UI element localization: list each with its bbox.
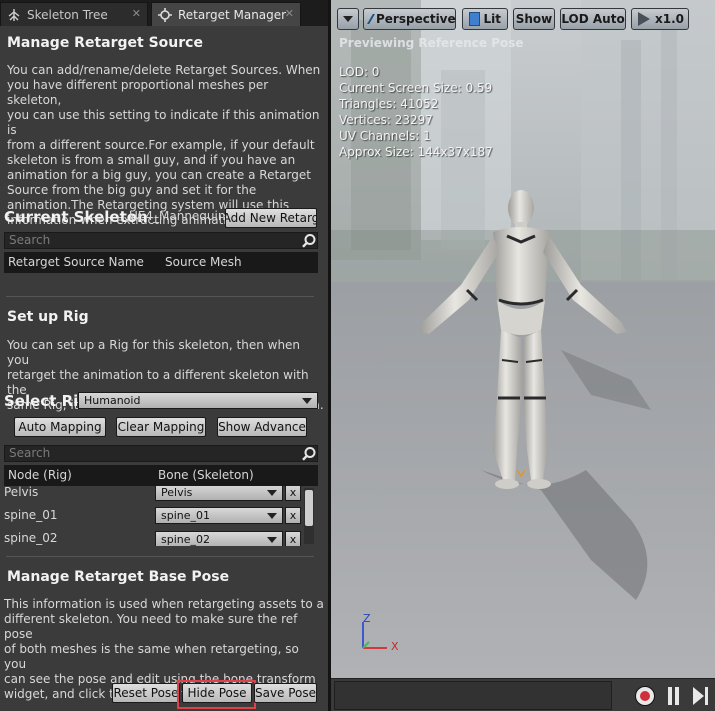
add-new-retarget-source-button[interactable]: Add New Retarg bbox=[225, 208, 317, 228]
lit-icon bbox=[469, 12, 480, 26]
remove-mapping-button[interactable]: x bbox=[285, 531, 301, 546]
clear-mapping-button[interactable]: Clear Mapping bbox=[116, 417, 206, 437]
step-forward-icon bbox=[693, 687, 704, 705]
lit-label: Lit bbox=[483, 12, 502, 26]
base-pose-title: Manage Retarget Base Pose bbox=[7, 569, 230, 585]
current-skeleton-value: UE4_Mannequin_S bbox=[129, 209, 225, 223]
rig-select-value: Humanoid bbox=[84, 394, 141, 407]
bone-select-value: spine_02 bbox=[161, 533, 211, 546]
perspective-icon bbox=[367, 14, 375, 24]
record-icon bbox=[640, 691, 650, 701]
playback-speed-button[interactable]: x1.0 bbox=[631, 8, 689, 30]
retarget-source-description: You can add/rename/delete Retarget Sourc… bbox=[7, 63, 321, 227]
chevron-down-icon bbox=[267, 513, 277, 519]
tab-retarget-manager[interactable]: Retarget Manager ✕ bbox=[151, 2, 301, 26]
skeleton-tree-icon bbox=[7, 8, 21, 22]
preview-viewport[interactable]: Perspective Lit Show LOD Auto x1.0 Previ… bbox=[331, 0, 715, 711]
preview-status: Previewing Reference Pose bbox=[339, 36, 524, 50]
pause-button[interactable] bbox=[667, 687, 681, 705]
highlight-box bbox=[177, 680, 256, 709]
bone-select[interactable]: spine_02 bbox=[155, 531, 283, 546]
tab-label: Skeleton Tree bbox=[27, 7, 108, 22]
rig-title: Set up Rig bbox=[7, 309, 89, 325]
playback-speed-label: x1.0 bbox=[655, 12, 684, 26]
remove-mapping-button[interactable]: x bbox=[285, 486, 301, 501]
retarget-manager-panel: Skeleton Tree ✕ Retarget Manager ✕ Manag… bbox=[0, 0, 328, 711]
bone-select-value: Pelvis bbox=[161, 486, 193, 499]
axis-gizmo: Z X bbox=[353, 612, 403, 658]
node-name: spine_01 bbox=[4, 508, 58, 522]
close-icon[interactable]: ✕ bbox=[132, 7, 141, 20]
viewport-toolbar: Perspective Lit Show LOD Auto x1.0 bbox=[331, 0, 715, 34]
save-pose-button[interactable]: Save Pose bbox=[254, 683, 317, 703]
z-axis-label: Z bbox=[363, 612, 371, 625]
search-icon[interactable] bbox=[301, 446, 317, 462]
x-axis-label: X bbox=[391, 640, 399, 653]
column-bone-skeleton: Bone (Skeleton) bbox=[158, 468, 254, 482]
tab-label: Retarget Manager bbox=[178, 7, 287, 22]
lod-auto-button[interactable]: LOD Auto bbox=[560, 8, 626, 30]
perspective-button[interactable]: Perspective bbox=[363, 8, 456, 30]
node-name: spine_02 bbox=[4, 531, 58, 545]
show-advanced-button[interactable]: Show Advance bbox=[217, 417, 307, 437]
timeline-field[interactable] bbox=[334, 681, 612, 710]
divider bbox=[6, 296, 314, 297]
retarget-manager-icon bbox=[158, 7, 172, 22]
close-icon[interactable]: ✕ bbox=[285, 7, 294, 20]
retarget-source-title: Manage Retarget Source bbox=[7, 35, 203, 51]
chevron-down-icon bbox=[267, 537, 277, 543]
node-name: Pelvis bbox=[4, 486, 39, 499]
column-retarget-source-name: Retarget Source Name bbox=[8, 255, 144, 269]
chevron-down-icon bbox=[343, 16, 353, 22]
record-button[interactable] bbox=[635, 686, 655, 706]
reset-pose-button[interactable]: Reset Pose bbox=[112, 683, 180, 703]
retarget-source-search-input[interactable]: Search bbox=[4, 232, 318, 249]
tab-bar: Skeleton Tree ✕ Retarget Manager ✕ bbox=[0, 0, 328, 26]
perspective-label: Perspective bbox=[376, 12, 456, 26]
viewport-options-button[interactable] bbox=[337, 8, 359, 30]
chevron-down-icon bbox=[267, 490, 277, 496]
bone-select-value: spine_01 bbox=[161, 509, 211, 522]
bone-select[interactable]: spine_01 bbox=[155, 507, 283, 524]
chevron-down-icon bbox=[302, 398, 312, 404]
step-forward-button[interactable] bbox=[693, 687, 709, 705]
select-rig-label: Select Rig bbox=[4, 392, 90, 410]
column-node-rig: Node (Rig) bbox=[8, 468, 72, 482]
bone-select[interactable]: Pelvis bbox=[155, 486, 283, 501]
divider bbox=[6, 556, 314, 557]
play-speed-icon bbox=[638, 12, 650, 26]
tab-skeleton-tree[interactable]: Skeleton Tree ✕ bbox=[0, 2, 148, 26]
playback-bar bbox=[331, 678, 715, 711]
search-icon[interactable] bbox=[301, 233, 317, 249]
rig-mapping-list: Pelvis Pelvis x spine_01 spine_01 x spin… bbox=[0, 486, 328, 546]
current-skeleton-label: Current Skeleton bbox=[4, 208, 148, 226]
remove-mapping-button[interactable]: x bbox=[285, 507, 301, 524]
column-source-mesh: Source Mesh bbox=[165, 255, 242, 269]
retarget-source-table-header: Retarget Source Name Source Mesh bbox=[4, 252, 318, 273]
auto-mapping-button[interactable]: Auto Mapping bbox=[14, 417, 106, 437]
rig-mapping-scroll-thumb[interactable] bbox=[305, 490, 313, 526]
rig-select[interactable]: Humanoid bbox=[78, 392, 318, 409]
rig-search-input[interactable]: Search bbox=[4, 445, 318, 462]
show-button[interactable]: Show bbox=[513, 8, 555, 30]
rig-mapping-table-header: Node (Rig) Bone (Skeleton) bbox=[4, 465, 318, 486]
lit-button[interactable]: Lit bbox=[462, 8, 508, 30]
pause-icon bbox=[668, 687, 672, 705]
